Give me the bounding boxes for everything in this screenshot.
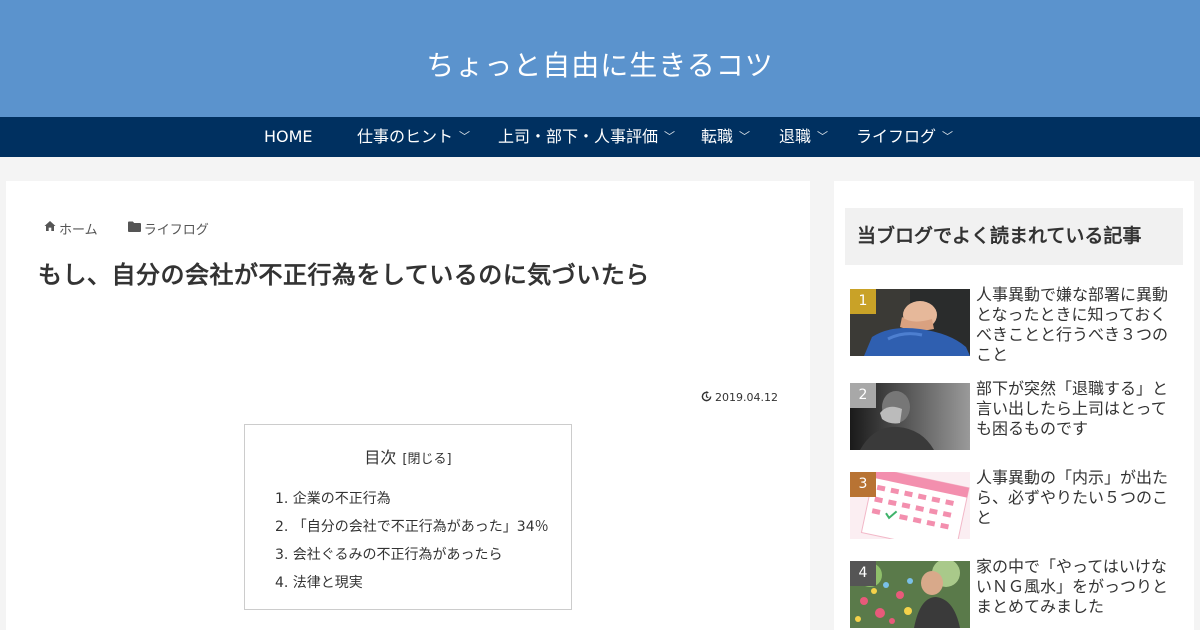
post-update-date: 2019.04.12	[701, 391, 778, 404]
nav-item-label: 転職	[701, 127, 734, 146]
post-title: もし、自分の会社が不正行為をしているのに気づいたら	[38, 261, 650, 289]
toc-title: 目次	[364, 448, 397, 467]
nav-item-retirement[interactable]: 退職 ﹀	[779, 117, 828, 157]
nav-item-label: 退職	[779, 127, 812, 146]
toc-item[interactable]: 1. 企業の不正行為	[275, 489, 549, 517]
ranking-title[interactable]: 人事異動で嫌な部署に異動となったときに知っておくべきことと行うべき３つのこと	[976, 285, 1176, 365]
breadcrumb-home-link[interactable]: ホーム	[59, 223, 98, 238]
ranking-title[interactable]: 部下が突然「退職する」と言い出したら上司はとっても困るものです	[976, 379, 1176, 439]
popular-posts-heading: 当ブログでよく読まれている記事	[845, 208, 1183, 265]
site-header: ちょっと自由に生きるコツ	[0, 0, 1200, 117]
toc-item[interactable]: 4. 法律と現実	[275, 573, 549, 601]
ranking-item-1[interactable]: 1 人事異動で嫌な部署に異動となったときに知っておくべきことと行うべき３つのこと	[850, 285, 1185, 364]
toc-list: 1. 企業の不正行為 2. 「自分の会社で不正行為があった」34％ 3. 会社ぐ…	[275, 489, 549, 601]
rank-badge: 4	[850, 561, 876, 586]
nav-item-label: 仕事のヒント	[357, 127, 454, 146]
ranking-title[interactable]: 人事異動の「内示」が出たら、必ずやりたい５つのこと	[976, 468, 1176, 528]
home-icon	[44, 221, 56, 231]
nav-item-label: 上司・部下・人事評価	[498, 127, 659, 146]
toc-item[interactable]: 2. 「自分の会社で不正行為があった」34％	[275, 517, 549, 545]
post-date-text: 2019.04.12	[715, 391, 778, 404]
site-title[interactable]: ちょっと自由に生きるコツ	[0, 44, 1200, 84]
toc-heading: 目次 [閉じる]	[245, 444, 571, 468]
nav-item-job-change[interactable]: 転職 ﹀	[701, 117, 750, 157]
breadcrumb: ホーム ライフログ	[44, 219, 209, 238]
folder-icon	[127, 221, 141, 232]
ranking-title[interactable]: 家の中で「やってはいけないＮＧ風水」をがっつりとまとめてみました	[976, 557, 1176, 617]
chevron-down-icon: ﹀	[664, 130, 676, 143]
sidebar: 当ブログでよく読まれている記事 1 人事異動で嫌な部署に異動となったときに知って…	[834, 181, 1194, 630]
table-of-contents: 目次 [閉じる] 1. 企業の不正行為 2. 「自分の会社で不正行為があった」34…	[244, 424, 572, 610]
nav-item-lifelog[interactable]: ライフログ ﹀	[856, 117, 953, 157]
chevron-down-icon: ﹀	[817, 130, 829, 143]
toc-item[interactable]: 3. 会社ぐるみの不正行為があったら	[275, 545, 549, 573]
rank-badge: 1	[850, 289, 876, 314]
ranking-item-3[interactable]: 3 人事異動の「内示」が出たら、必ずやりたい５つのこと	[850, 468, 1185, 539]
ranking-item-4[interactable]: 4 家の中で「やってはいけないＮＧ風水」をがっつりとまとめてみました	[850, 557, 1185, 628]
rank-badge: 3	[850, 472, 876, 497]
toc-toggle-link[interactable]: [閉じる]	[402, 452, 451, 467]
nav-item-label: HOME	[264, 127, 313, 146]
breadcrumb-category-link[interactable]: ライフログ	[144, 223, 209, 238]
chevron-down-icon: ﹀	[942, 130, 954, 143]
update-icon	[701, 391, 712, 402]
nav-item-home[interactable]: HOME	[264, 117, 313, 157]
nav-item-label: ライフログ	[856, 127, 937, 146]
global-nav: HOME 仕事のヒント ﹀ 上司・部下・人事評価 ﹀ 転職 ﹀ 退職 ﹀ ライフログ ﹀	[0, 117, 1200, 157]
nav-item-boss-subordinate[interactable]: 上司・部下・人事評価 ﹀	[498, 117, 675, 157]
main-content: ホーム ライフログ もし、自分の会社が不正行為をしているのに気づいたら 2019…	[6, 181, 810, 630]
chevron-down-icon: ﹀	[459, 130, 471, 143]
chevron-down-icon: ﹀	[739, 130, 751, 143]
rank-badge: 2	[850, 383, 876, 408]
ranking-item-2[interactable]: 2 部下が突然「退職する」と言い出したら上司はとっても困るものです	[850, 379, 1185, 450]
nav-item-work-tips[interactable]: 仕事のヒント ﹀	[357, 117, 470, 157]
